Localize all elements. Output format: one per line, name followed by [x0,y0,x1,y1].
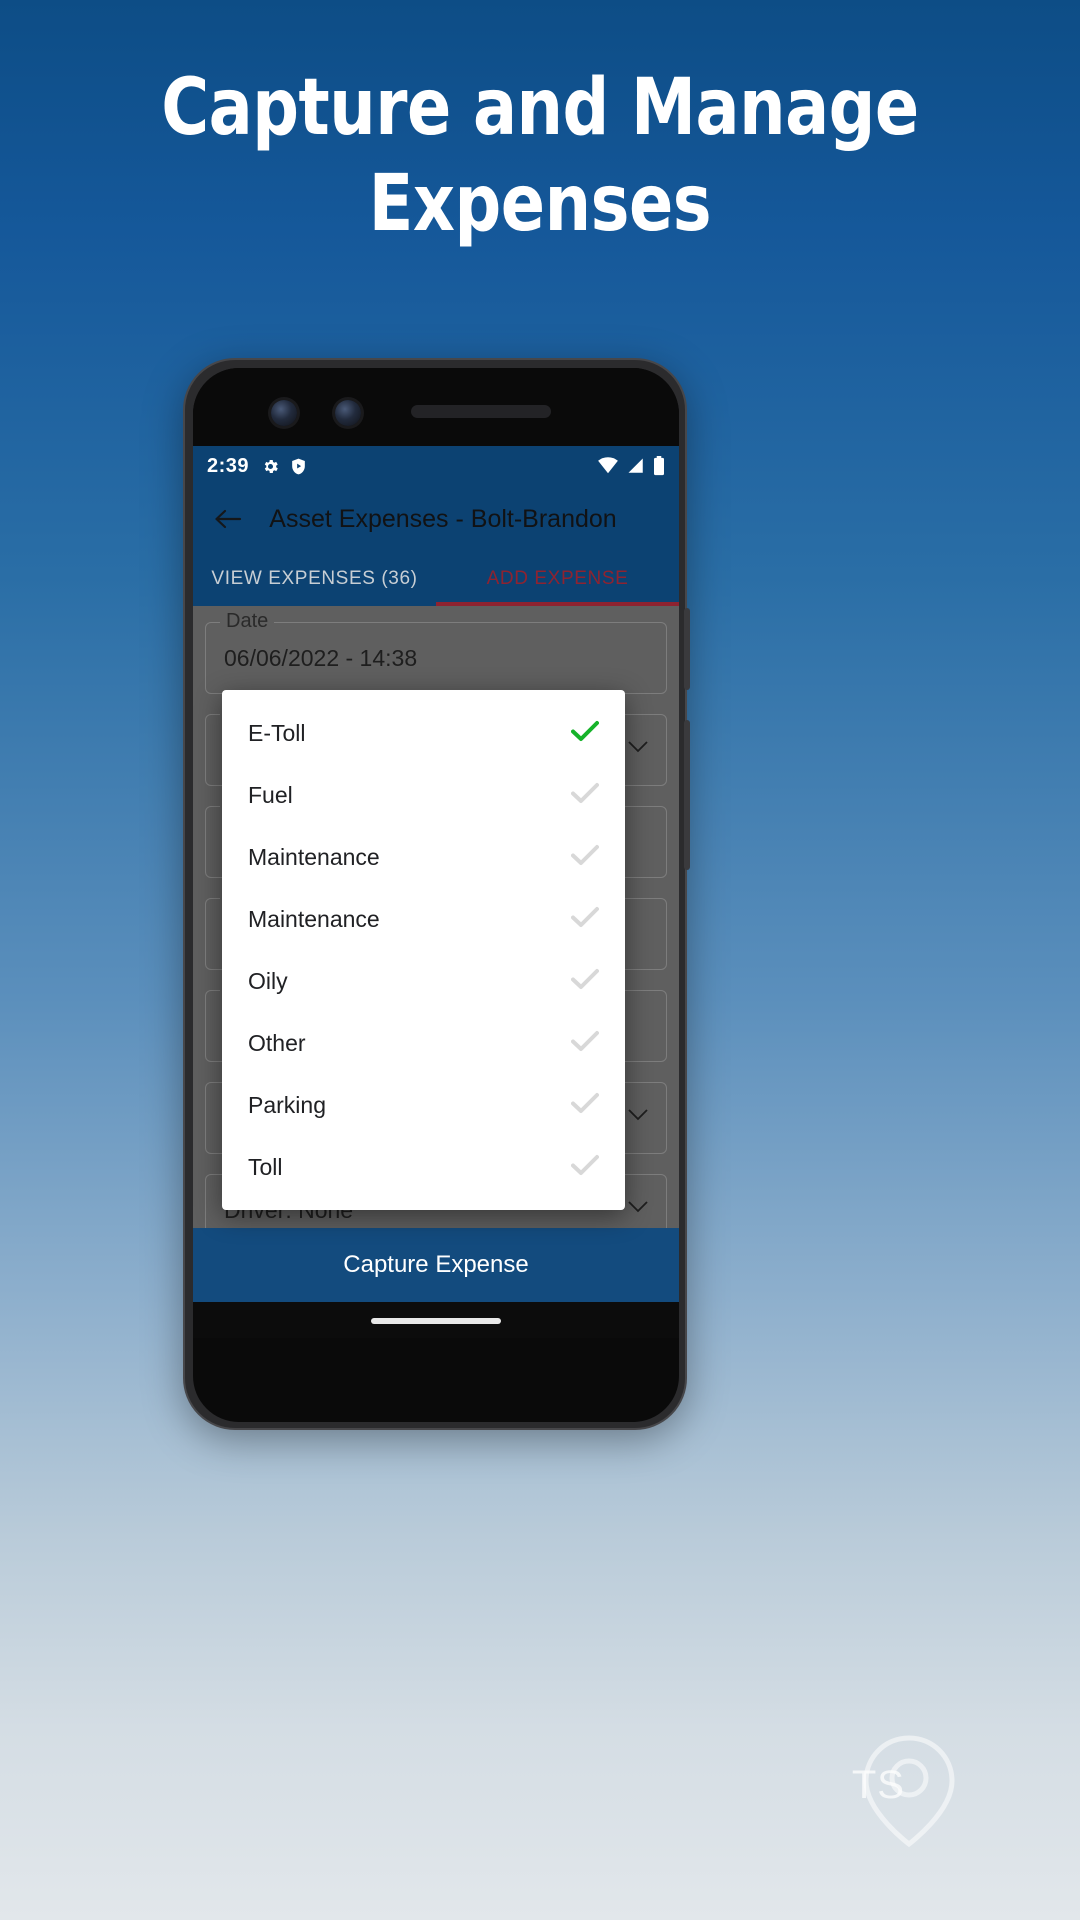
front-camera-icon [271,400,297,426]
check-icon [571,968,599,995]
field-date-label: Date [220,610,275,633]
back-button[interactable] [211,502,245,536]
status-bar-system-icons [597,456,665,476]
list-item[interactable]: Oily [222,950,625,1012]
status-bar: 2:39 [193,446,679,486]
chevron-down-icon [628,1109,648,1127]
phone-volume-button [684,720,690,870]
field-date-value: 06/06/2022 - 14:38 [224,644,418,671]
cellular-signal-icon [628,458,643,473]
headline-line-2: Expenses [368,159,712,249]
wifi-icon [598,457,618,474]
location-pin-icon [863,1735,955,1848]
front-camera-secondary-icon [335,400,361,426]
check-icon [571,1092,599,1119]
list-item[interactable]: Maintenance [222,888,625,950]
option-label: Parking [248,1091,326,1118]
list-item[interactable]: Fuel [222,764,625,826]
arrow-left-icon [215,509,242,529]
chevron-down-icon [628,741,648,759]
status-bar-notification-icons [261,457,308,476]
check-icon [571,782,599,809]
home-gesture-pill[interactable] [371,1318,501,1324]
shield-play-icon [292,458,305,474]
list-item[interactable]: Maintenance [222,826,625,888]
check-icon [571,1030,599,1057]
tab-view-expenses[interactable]: VIEW EXPENSES (36) [193,552,436,606]
option-label: E-Toll [248,719,306,746]
check-icon [571,720,599,747]
phone-mockup: 2:39 Asset Expenses - Bolt-Brandon VIEW … [183,358,690,1430]
app-screen: 2:39 Asset Expenses - Bolt-Brandon VIEW … [193,446,679,1338]
headline-line-1: Capture and Manage [161,63,919,153]
phone-power-button [684,608,690,690]
option-label: Maintenance [248,905,380,932]
list-item[interactable]: Other [222,1012,625,1074]
page-title: Asset Expenses - Bolt-Brandon [269,504,617,533]
check-icon [571,1154,599,1181]
earpiece-speaker [411,405,551,418]
tab-bar: VIEW EXPENSES (36) ADD EXPENSE [193,552,679,606]
option-label: Fuel [248,781,293,808]
check-icon [571,906,599,933]
chevron-down-icon [628,1201,648,1219]
field-date[interactable]: Date 06/06/2022 - 14:38 [205,610,667,694]
list-item[interactable]: Parking [222,1074,625,1136]
status-bar-time: 2:39 [207,454,250,477]
phone-camera-area [193,368,679,446]
tab-add-expense[interactable]: ADD EXPENSE [436,552,679,606]
battery-icon [654,456,664,476]
list-item[interactable]: Toll [222,1136,625,1198]
option-label: Oily [248,967,288,994]
check-icon [571,844,599,871]
option-label: Toll [248,1153,283,1180]
option-label: Other [248,1029,306,1056]
expense-type-dialog: E-Toll Fuel Maintenance Maintenance Oily… [222,690,625,1210]
capture-expense-button[interactable]: Capture Expense [193,1228,679,1302]
option-label: Maintenance [248,843,380,870]
gear-icon [264,459,278,473]
promo-headline: Capture and Manage Expenses [38,60,1042,252]
app-bar: Asset Expenses - Bolt-Brandon [193,486,679,552]
list-item[interactable]: E-Toll [222,702,625,764]
phone-screen-bezel: 2:39 Asset Expenses - Bolt-Brandon VIEW … [193,368,679,1422]
